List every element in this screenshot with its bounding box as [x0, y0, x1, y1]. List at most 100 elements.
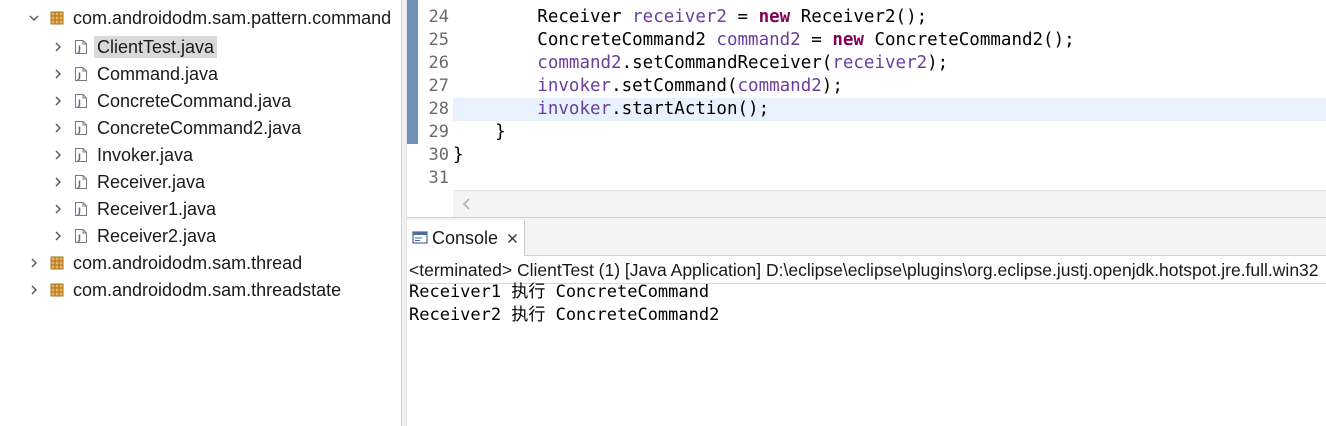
code-text: }: [495, 122, 506, 142]
svg-text:J: J: [77, 99, 81, 108]
tree-item-label: Receiver1.java: [97, 199, 217, 219]
svg-text:J: J: [77, 234, 81, 243]
svg-text:J: J: [77, 153, 81, 162]
code-editor[interactable]: 24 25 26 27 28 29 30 31 Receiver receiver2 = ne…: [407, 0, 1326, 217]
ide-window: com.androidodm.sam.pattern.command J Clien…: [0, 0, 1326, 426]
svg-text:J: J: [77, 180, 81, 189]
code-keyword: new: [758, 7, 791, 27]
tree-item-label: Command.java: [97, 64, 219, 84]
tree-item-label: ConcreteCommand.java: [97, 91, 292, 111]
line-number: 28: [428, 99, 449, 119]
line-number: 25: [428, 30, 449, 50]
tree-item-label: Receiver.java: [97, 172, 206, 192]
tree-file-item[interactable]: J ClientTest.java: [52, 34, 218, 60]
tree-item-label: Receiver2.java: [97, 226, 217, 246]
package-icon: [48, 281, 66, 299]
chevron-right-icon[interactable]: [28, 250, 40, 276]
code-line[interactable]: Receiver receiver2 = new Receiver2();: [453, 6, 1326, 29]
tab-console[interactable]: Console: [407, 220, 525, 256]
code-variable: command2: [537, 53, 622, 73]
java-file-icon: J: [72, 92, 90, 110]
svg-text:J: J: [77, 45, 81, 54]
tree-item-label: ClientTest.java: [94, 36, 218, 58]
code-variable: receiver2: [632, 7, 727, 27]
chevron-right-icon[interactable]: [52, 142, 64, 168]
svg-text:J: J: [77, 72, 81, 81]
code-text: =: [726, 7, 759, 27]
tree-file-item[interactable]: J Receiver1.java: [52, 196, 219, 222]
chevron-right-icon[interactable]: [52, 223, 64, 249]
tree-file-item[interactable]: J Command.java: [52, 61, 221, 87]
console-status-line: <terminated> ClientTest (1) [Java Applic…: [409, 256, 1326, 284]
java-file-icon: J: [72, 146, 90, 164]
tree-item-label: com.androidodm.sam.threadstate: [73, 280, 342, 300]
code-text: ConcreteCommand2: [537, 30, 717, 50]
java-file-icon: J: [72, 173, 90, 191]
svg-text:J: J: [77, 126, 81, 135]
line-number: 24: [428, 7, 449, 27]
chevron-right-icon[interactable]: [52, 115, 64, 141]
code-line[interactable]: invoker.setCommand(command2);: [453, 75, 1326, 98]
line-number: 27: [428, 76, 449, 96]
code-text: .startAction();: [611, 99, 770, 119]
code-line[interactable]: [453, 167, 1326, 190]
java-file-icon: J: [72, 200, 90, 218]
code-text: .setCommandReceiver(: [621, 53, 833, 73]
line-number: 29: [428, 122, 449, 142]
chevron-down-icon[interactable]: [28, 5, 40, 31]
console-tab-label: Console: [432, 227, 499, 248]
code-text: ConcreteCommand2();: [863, 30, 1075, 50]
chevron-right-icon[interactable]: [52, 61, 64, 87]
code-text: );: [821, 76, 843, 96]
horizontal-scrollbar[interactable]: [453, 190, 1326, 217]
package-icon: [48, 9, 66, 27]
java-file-icon: J: [72, 38, 90, 56]
package-icon: [48, 254, 66, 272]
code-text: Receiver: [537, 7, 633, 27]
chevron-right-icon[interactable]: [28, 277, 40, 303]
chevron-right-icon[interactable]: [52, 169, 64, 195]
tree-file-item[interactable]: J ConcreteCommand2.java: [52, 115, 304, 141]
code-text: Receiver2();: [790, 7, 928, 27]
tree-package-item[interactable]: com.androidodm.sam.threadstate: [28, 277, 344, 303]
code-variable: invoker: [537, 76, 612, 96]
line-number-gutter: 24 25 26 27 28 29 30 31: [407, 0, 453, 190]
code-line[interactable]: command2.setCommandReceiver(receiver2);: [453, 52, 1326, 75]
change-marker: [407, 0, 418, 144]
chevron-right-icon[interactable]: [52, 34, 64, 60]
java-file-icon: J: [72, 227, 90, 245]
tree-file-item[interactable]: J Receiver2.java: [52, 223, 219, 249]
chevron-right-icon[interactable]: [52, 196, 64, 222]
code-text: }: [453, 145, 464, 165]
java-file-icon: J: [72, 119, 90, 137]
code-keyword: new: [832, 30, 864, 50]
code-line[interactable]: ConcreteCommand2 command2 = new Concrete…: [453, 29, 1326, 52]
code-line[interactable]: }: [453, 144, 1326, 167]
chevron-right-icon[interactable]: [52, 88, 64, 114]
tree-item-label: com.androidodm.sam.pattern.command: [73, 8, 392, 28]
code-variable: invoker: [537, 99, 612, 119]
tree-package-item[interactable]: com.androidodm.sam.pattern.command: [28, 5, 394, 31]
code-line[interactable]: }: [453, 121, 1326, 144]
tree-item-label: com.androidodm.sam.thread: [73, 253, 303, 273]
code-area[interactable]: Receiver receiver2 = new Receiver2(); Co…: [453, 0, 1326, 190]
close-icon[interactable]: [506, 232, 518, 244]
scroll-left-icon[interactable]: [459, 194, 475, 214]
tree-file-item[interactable]: J Receiver.java: [52, 169, 208, 195]
line-number: 31: [428, 168, 449, 188]
current-code-line[interactable]: invoker.startAction();: [453, 98, 1326, 121]
tree-file-item[interactable]: J ConcreteCommand.java: [52, 88, 294, 114]
tree-item-label: ConcreteCommand2.java: [97, 118, 302, 138]
java-file-icon: J: [72, 65, 90, 83]
tree-package-item[interactable]: com.androidodm.sam.thread: [28, 250, 305, 276]
console-tab-bar: Console: [407, 218, 1326, 256]
line-number: 26: [428, 53, 449, 73]
package-explorer: com.androidodm.sam.pattern.command J Clien…: [0, 0, 401, 426]
code-variable: command2: [716, 30, 801, 50]
tree-file-item[interactable]: J Invoker.java: [52, 142, 196, 168]
console-view: Console <terminated> ClientTest (1) [Jav…: [407, 217, 1326, 426]
